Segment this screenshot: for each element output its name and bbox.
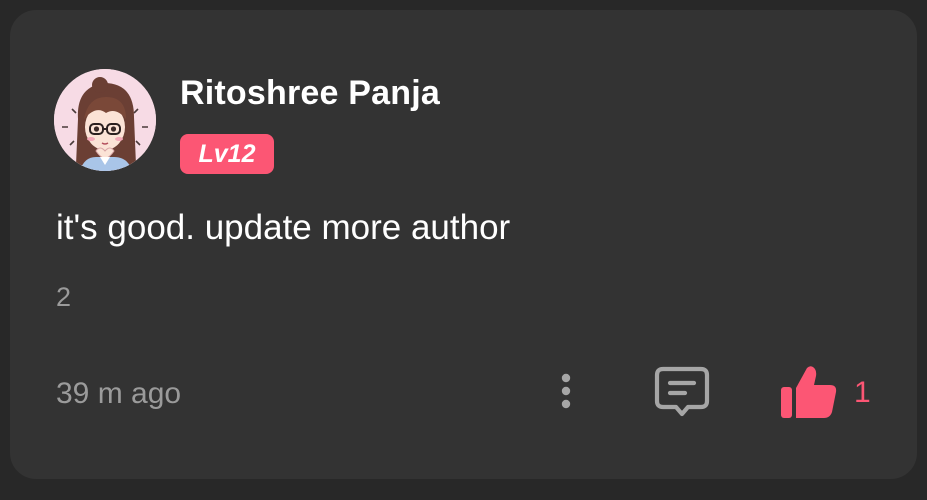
more-vertical-icon xyxy=(561,373,571,409)
author-name[interactable]: Ritoshree Panja xyxy=(180,74,440,113)
avatar-anime-girl-icon xyxy=(54,69,156,171)
comment-card: Ritoshree Panja Lv12 it's good. update m… xyxy=(10,10,917,479)
thumbs-up-icon xyxy=(781,366,837,418)
more-options-button[interactable] xyxy=(551,370,581,414)
timestamp: 39 m ago xyxy=(56,377,182,410)
avatar[interactable] xyxy=(54,69,156,171)
comment-text: it's good. update more author xyxy=(56,208,511,247)
reply-count[interactable]: 2 xyxy=(56,282,71,313)
like-count: 1 xyxy=(854,376,871,409)
level-badge: Lv12 xyxy=(180,134,274,174)
like-button[interactable]: 1 xyxy=(776,362,886,422)
comment-bubble-icon xyxy=(654,366,710,417)
reply-button[interactable] xyxy=(654,364,710,420)
